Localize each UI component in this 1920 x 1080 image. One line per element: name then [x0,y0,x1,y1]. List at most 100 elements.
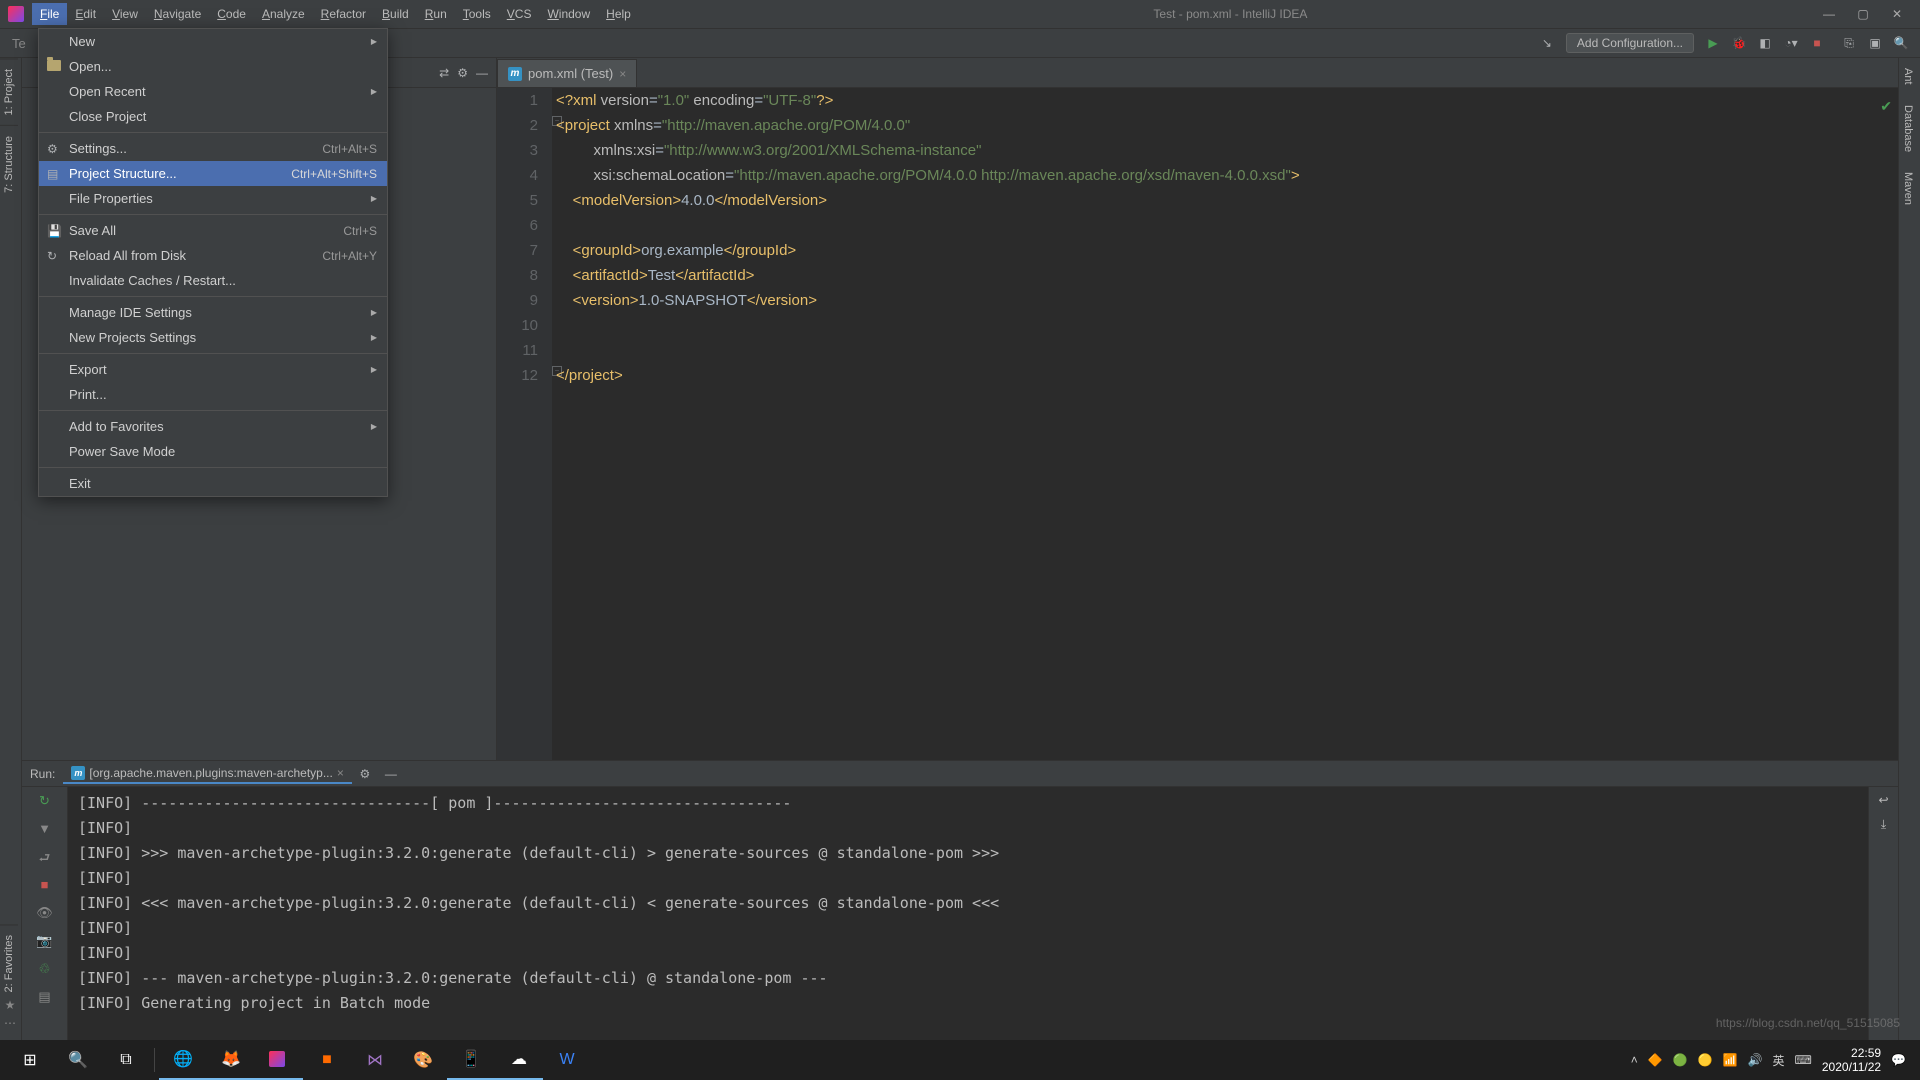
window-controls: — ▢ ✕ [1822,7,1916,21]
app2-icon[interactable]: 🎨 [399,1040,447,1080]
run-tab-close-icon[interactable]: × [337,766,344,780]
settings-icon[interactable]: ⚙ [457,66,468,80]
menu-file[interactable]: File [32,3,67,25]
ime-icon[interactable]: 英 [1773,1052,1785,1069]
menu-bar: FileEditViewNavigateCodeAnalyzeRefactorB… [32,0,639,28]
tray-icon[interactable]: 🟡 [1698,1053,1713,1067]
menu-vcs[interactable]: VCS [499,3,540,25]
star-icon: ★ [0,998,20,1018]
favorites-tool-tab[interactable]: 2: Favorites [0,924,18,1002]
cloud-icon[interactable]: ☁ [495,1040,543,1080]
database-tool-tab[interactable]: Database [1899,95,1917,162]
run-stop-icon[interactable]: ■ [36,877,54,895]
menu-item-power-save-mode[interactable]: Power Save Mode [39,439,387,464]
menu-build[interactable]: Build [374,3,417,25]
run-camera-icon[interactable]: 📷 [36,933,54,951]
menu-item-open-[interactable]: Open... [39,54,387,79]
task-view-button[interactable]: ⧉ [102,1040,150,1080]
edge-icon[interactable]: 🌐 [159,1040,207,1080]
run-view-icon[interactable]: 👁 [36,905,54,923]
menu-item-close-project[interactable]: Close Project [39,104,387,129]
code-content[interactable]: <?xml version="1.0" encoding="UTF-8"?><p… [552,88,1898,760]
menu-item-exit[interactable]: Exit [39,471,387,496]
wps-icon[interactable]: W [543,1040,591,1080]
title-bar: FileEditViewNavigateCodeAnalyzeRefactorB… [0,0,1920,28]
menu-item-new[interactable]: New [39,29,387,54]
menu-help[interactable]: Help [598,3,639,25]
close-button[interactable]: ✕ [1890,7,1904,21]
maven-tool-tab[interactable]: Maven [1899,162,1917,215]
soft-wrap-icon[interactable]: ↩ [1878,793,1888,807]
search-icon[interactable]: 🔍 [1890,32,1912,54]
taskbar-clock[interactable]: 22:592020/11/22 [1822,1046,1881,1074]
wifi-icon[interactable]: 📶 [1723,1053,1738,1067]
menu-item-print-[interactable]: Print... [39,382,387,407]
run-layout-icon[interactable]: ▤ [36,989,54,1007]
menu-analyze[interactable]: Analyze [254,3,313,25]
structure-tool-tab[interactable]: 7: Structure [0,125,18,203]
menu-item-add-to-favorites[interactable]: Add to Favorites [39,414,387,439]
build-icon[interactable]: ↘ [1536,32,1558,54]
menu-window[interactable]: Window [539,3,598,25]
ant-tool-tab[interactable]: Ant [1899,58,1917,95]
menu-tools[interactable]: Tools [455,3,499,25]
tray-icon[interactable]: 🟢 [1673,1053,1688,1067]
vs-icon[interactable]: ⋈ [351,1040,399,1080]
editor-tab-pom[interactable]: m pom.xml (Test) × [497,59,637,87]
stop-icon[interactable]: ■ [1806,32,1828,54]
console-output[interactable]: [INFO] --------------------------------[… [68,787,1868,1042]
firefox-icon[interactable]: 🦊 [207,1040,255,1080]
vcs-icon[interactable]: ⎘ [1838,32,1860,54]
menu-item-open-recent[interactable]: Open Recent [39,79,387,104]
run-filter-icon[interactable]: ▼ [36,821,54,839]
project-tool-tab[interactable]: 1: Project [0,58,18,125]
run-tool-window: Run: m [org.apache.maven.plugins:maven-a… [22,760,1898,1042]
menu-item-project-structure-[interactable]: ▤Project Structure...Ctrl+Alt+Shift+S [39,161,387,186]
menu-item-new-projects-settings[interactable]: New Projects Settings [39,325,387,350]
menu-item-manage-ide-settings[interactable]: Manage IDE Settings [39,300,387,325]
menu-item-file-properties[interactable]: File Properties [39,186,387,211]
app-icon[interactable]: ■ [303,1040,351,1080]
menu-code[interactable]: Code [209,3,254,25]
maximize-button[interactable]: ▢ [1856,7,1870,21]
split-icon[interactable]: ▣ [1864,32,1886,54]
code-editor[interactable]: ✔ 123456789101112 − − <?xml version="1.0… [497,88,1898,760]
intellij-icon[interactable] [255,1040,303,1080]
search-button[interactable]: 🔍 [54,1040,102,1080]
run-hide-icon[interactable]: — [380,763,402,785]
coverage-icon[interactable]: ◧ [1754,32,1776,54]
add-configuration-button[interactable]: Add Configuration... [1566,33,1694,53]
run-tab[interactable]: m [org.apache.maven.plugins:maven-archet… [63,764,351,784]
menu-edit[interactable]: Edit [67,3,104,25]
scroll-end-icon[interactable]: ⤓ [1881,817,1886,832]
rerun-icon[interactable]: ↻ [36,793,54,811]
run-gc-icon[interactable]: ♲ [36,961,54,979]
hide-icon[interactable]: — [476,66,488,80]
chevron-up-icon[interactable]: ˄ [1631,1053,1638,1067]
run-return-icon[interactable]: ⮐ [36,849,54,867]
more-icon[interactable]: ⋯ [0,1016,20,1036]
menu-item-save-all[interactable]: 💾Save AllCtrl+S [39,218,387,243]
keyboard-icon[interactable]: ⌨ [1795,1053,1812,1067]
notifications-icon[interactable]: 💬 [1891,1053,1906,1067]
menu-view[interactable]: View [104,3,146,25]
start-button[interactable]: ⊞ [6,1040,54,1080]
volume-icon[interactable]: 🔊 [1748,1053,1763,1067]
menu-item-settings-[interactable]: ⚙Settings...Ctrl+Alt+S [39,136,387,161]
menu-item-reload-all-from-disk[interactable]: ↻Reload All from DiskCtrl+Alt+Y [39,243,387,268]
system-tray[interactable]: ˄ 🔶 🟢 🟡 📶 🔊 英 ⌨ 22:592020/11/22 💬 [1631,1046,1914,1074]
menu-refactor[interactable]: Refactor [313,3,374,25]
tab-close-icon[interactable]: × [619,67,626,81]
run-settings-icon[interactable]: ⚙ [354,763,376,785]
debug-icon[interactable]: 🐞 [1728,32,1750,54]
menu-navigate[interactable]: Navigate [146,3,209,25]
minimize-button[interactable]: — [1822,7,1836,21]
phone-icon[interactable]: 📱 [447,1040,495,1080]
profile-icon[interactable]: ◔▾ [1780,32,1802,54]
run-icon[interactable]: ▶ [1702,32,1724,54]
menu-item-invalidate-caches-restart-[interactable]: Invalidate Caches / Restart... [39,268,387,293]
collapse-icon[interactable]: ⇄ [439,66,449,80]
menu-run[interactable]: Run [417,3,455,25]
menu-item-export[interactable]: Export [39,357,387,382]
tray-icon[interactable]: 🔶 [1648,1053,1663,1067]
